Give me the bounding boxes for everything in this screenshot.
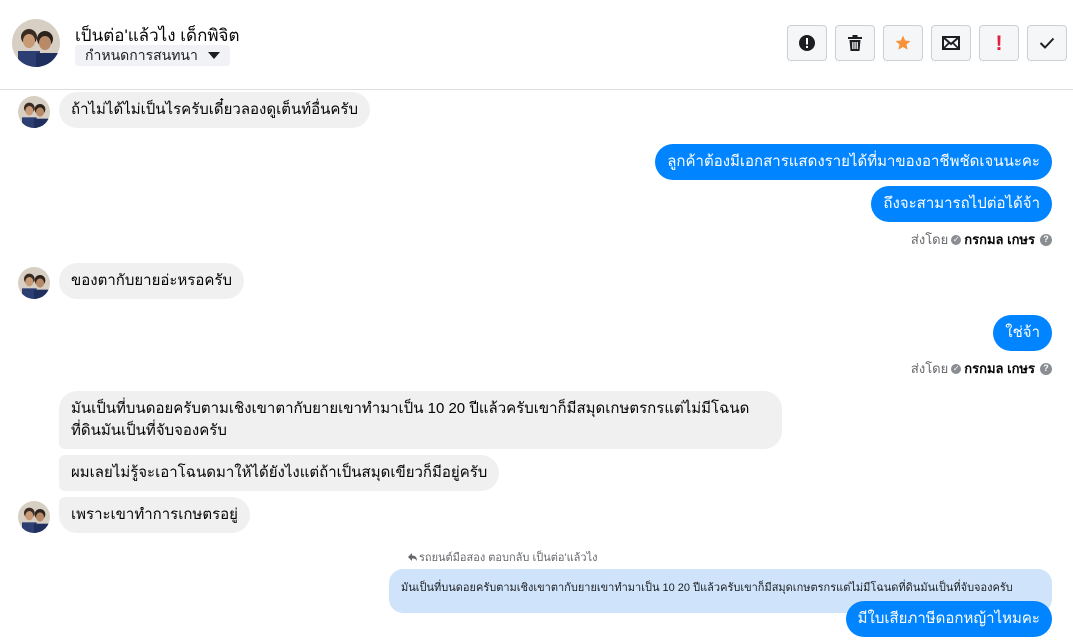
conversation-actions: ! [787, 25, 1067, 61]
help-icon[interactable]: ? [1040, 233, 1052, 246]
sent-by-prefix: ส่งโดย [910, 232, 949, 247]
sent-check-icon: ✓ [951, 363, 962, 374]
outgoing-message[interactable]: ใช่จ้า [993, 315, 1052, 351]
conversation-header: เป็นต่อ'แล้วไง เด็กพิจิต กำหนดการสนทนา ! [0, 0, 1073, 90]
mark-unread-button[interactable] [931, 25, 971, 61]
star-button[interactable] [883, 25, 923, 61]
sent-check-icon: ✓ [951, 234, 962, 245]
reply-arrow-icon [408, 553, 417, 561]
incoming-message[interactable]: ของตากับยายอ่ะหรอครับ [59, 263, 244, 299]
sender-name[interactable]: กรกมล เกษร [964, 358, 1035, 379]
conversation-options-label: กำหนดการสนทนา [85, 46, 198, 63]
incoming-message[interactable]: เพราะเขาทำการเกษตรอยู่ [59, 497, 250, 533]
help-icon[interactable]: ? [1040, 362, 1052, 375]
sender-name[interactable]: กรกมล เกษร [964, 229, 1035, 250]
contact-avatar-small [18, 267, 50, 299]
mark-done-button[interactable] [1027, 25, 1067, 61]
sent-by-status: ส่งโดย ✓ กรกมล เกษร ? [911, 229, 1052, 250]
incoming-message[interactable]: ถ้าไม่ได้ไม่เป็นไรครับเดี๋ยวลองดูเต็นท์อ… [59, 92, 370, 128]
mark-important-button[interactable]: ! [979, 25, 1019, 61]
check-icon [1039, 37, 1055, 49]
trash-icon [848, 35, 862, 51]
contact-avatar-small [18, 96, 50, 128]
star-icon [895, 35, 911, 50]
alert-circle-icon [799, 35, 815, 51]
sent-by-status: ส่งโดย ✓ กรกมล เกษร ? [911, 358, 1052, 379]
incoming-message[interactable]: มันเป็นที่บนดอยครับตามเชิงเขาตากับยายเขา… [59, 391, 782, 449]
incoming-message[interactable]: ผมเลยไม่รู้จะเอาโฉนดมาให้ได้ยังไงแต่ถ้าเ… [59, 455, 500, 491]
contact-avatar-small [18, 501, 50, 533]
envelope-icon [942, 36, 960, 50]
reply-context-label: รถยนต์มือสอง ตอบกลับ เป็นต่อ'แล้วไง [408, 548, 597, 566]
reply-context-text: รถยนต์มือสอง ตอบกลับ เป็นต่อ'แล้วไง [419, 552, 598, 564]
delete-button[interactable] [835, 25, 875, 61]
outgoing-message[interactable]: ลูกค้าต้องมีเอกสารแสดงรายได้ที่มาของอาชี… [655, 144, 1052, 180]
caret-down-icon [207, 52, 220, 59]
sent-by-prefix: ส่งโดย [910, 361, 949, 376]
report-spam-button[interactable] [787, 25, 827, 61]
outgoing-message[interactable]: มีใบเสียภาษีดอกหญ้าไหมคะ [845, 601, 1052, 637]
contact-avatar[interactable] [12, 19, 60, 67]
outgoing-message[interactable]: ถึงจะสามารถไปต่อได้จ้า [871, 186, 1052, 222]
exclamation-icon: ! [995, 31, 1003, 55]
conversation-options-dropdown[interactable]: กำหนดการสนทนา [75, 45, 230, 66]
